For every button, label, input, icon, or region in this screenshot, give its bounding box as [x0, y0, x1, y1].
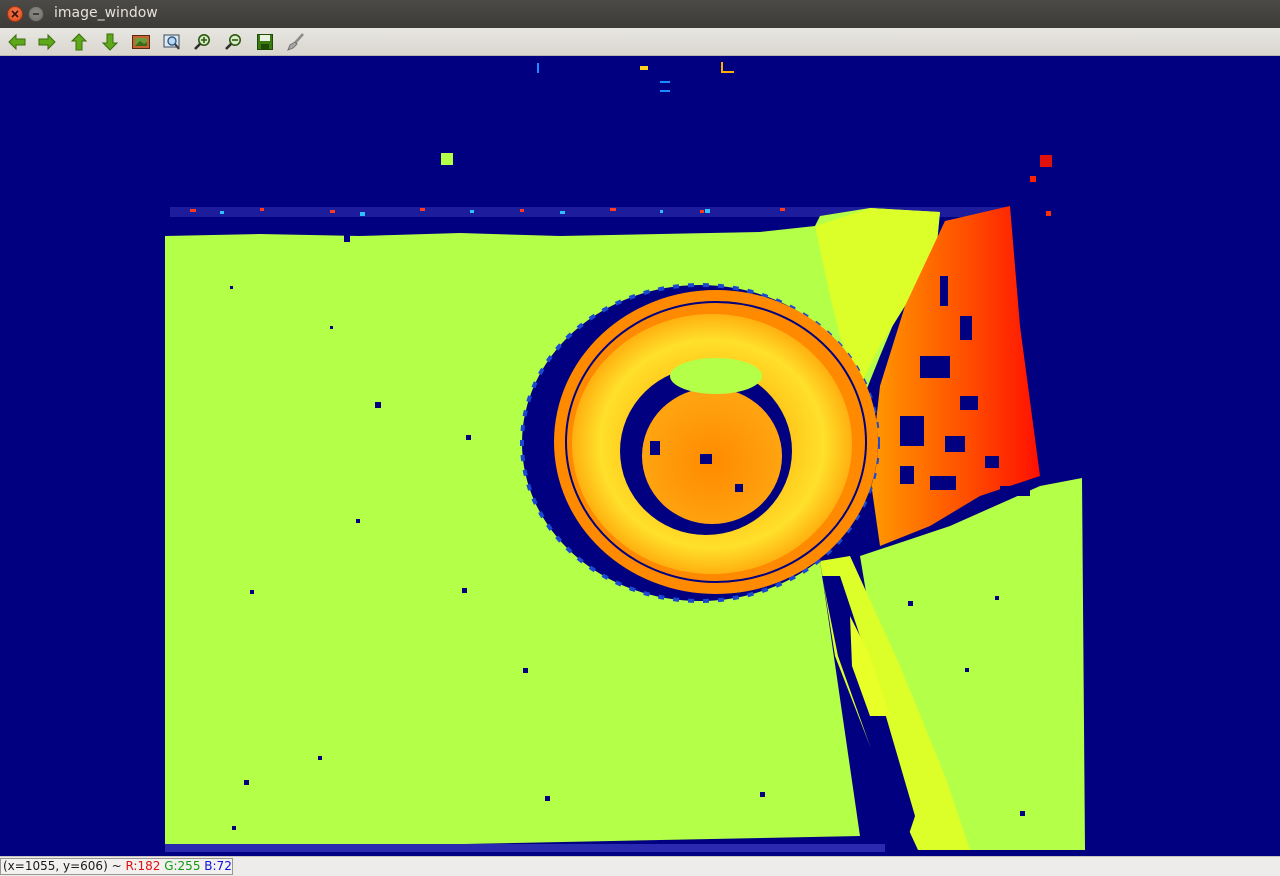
- arrow-up-icon: [70, 33, 88, 51]
- zoom-in-button[interactable]: [191, 31, 215, 53]
- pan-right-button[interactable]: [35, 31, 59, 53]
- image-canvas[interactable]: [0, 56, 1280, 856]
- zoom-fit-button[interactable]: [160, 31, 184, 53]
- pan-left-button[interactable]: [5, 31, 29, 53]
- pixel-red-value: R:182: [125, 859, 161, 873]
- minimize-icon: [33, 13, 39, 15]
- pixel-info: (x=1055, y=606) ~ R:182 G:255 B:72: [0, 858, 233, 875]
- zoom-original-button[interactable]: [129, 31, 153, 53]
- arrow-down-icon: [101, 33, 119, 51]
- minimize-window-button[interactable]: [28, 6, 44, 22]
- zoom-in-icon: [194, 34, 210, 50]
- image-icon: [132, 35, 150, 49]
- window-title: image_window: [54, 5, 158, 21]
- zoom-out-icon: [225, 34, 241, 50]
- zoom-fit-icon: [163, 34, 180, 50]
- pixel-blue-value: B:72: [204, 859, 232, 873]
- cursor-coordinates: (x=1055, y=606) ~: [3, 859, 122, 873]
- pixel-green-value: G:255: [164, 859, 201, 873]
- zoom-out-button[interactable]: [222, 31, 246, 53]
- close-icon: [11, 10, 19, 18]
- properties-brush-icon: [287, 33, 304, 51]
- arrow-right-icon: [38, 33, 56, 51]
- depth-map-image: [165, 62, 1085, 852]
- close-window-button[interactable]: [7, 6, 23, 22]
- arrow-left-icon: [8, 33, 26, 51]
- save-button[interactable]: [253, 31, 277, 53]
- toolbar: [0, 28, 1280, 56]
- pan-up-button[interactable]: [67, 31, 91, 53]
- save-icon: [257, 34, 273, 50]
- title-bar: image_window: [0, 0, 1280, 28]
- status-bar: (x=1055, y=606) ~ R:182 G:255 B:72: [0, 856, 1280, 876]
- pan-down-button[interactable]: [98, 31, 122, 53]
- properties-button[interactable]: [284, 31, 308, 53]
